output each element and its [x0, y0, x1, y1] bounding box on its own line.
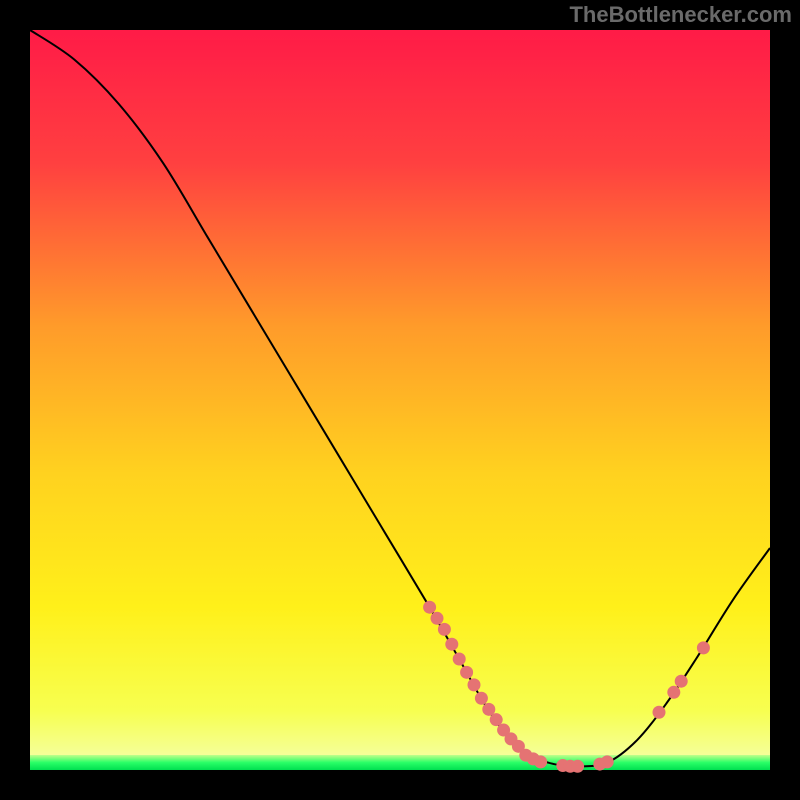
- plot-background: [30, 30, 770, 770]
- data-marker: [453, 653, 466, 666]
- data-marker: [653, 706, 666, 719]
- bottleneck-chart: TheBottlenecker.com: [0, 0, 800, 800]
- data-marker: [534, 755, 547, 768]
- data-marker: [571, 760, 584, 773]
- chart-svg: [0, 0, 800, 800]
- data-marker: [431, 612, 444, 625]
- optimal-zone-band: [30, 755, 770, 770]
- data-marker: [697, 641, 710, 654]
- attribution-label: TheBottlenecker.com: [569, 2, 792, 28]
- data-marker: [468, 678, 481, 691]
- data-marker: [475, 692, 488, 705]
- data-marker: [667, 686, 680, 699]
- data-marker: [438, 623, 451, 636]
- data-marker: [445, 638, 458, 651]
- data-marker: [423, 601, 436, 614]
- data-marker: [675, 675, 688, 688]
- data-marker: [601, 755, 614, 768]
- data-marker: [460, 666, 473, 679]
